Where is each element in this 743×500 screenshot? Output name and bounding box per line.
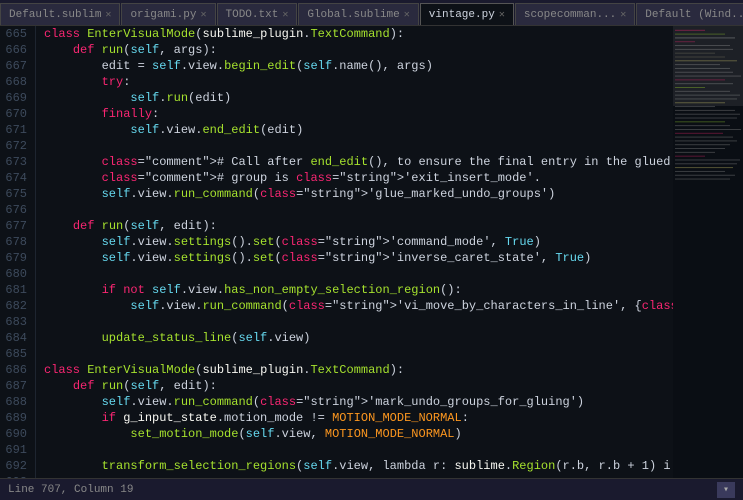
- tab-label: origami.py: [130, 9, 196, 21]
- status-right: ▾: [717, 482, 735, 498]
- tab-origami[interactable]: origami.py ✕: [121, 3, 215, 25]
- code-line: self.run(edit): [44, 90, 673, 106]
- tab-label: vintage.py: [429, 9, 495, 21]
- scroll-down-button[interactable]: ▾: [717, 482, 735, 498]
- tab-close-icon[interactable]: ✕: [105, 9, 111, 21]
- code-line: if g_input_state.motion_mode != MOTION_M…: [44, 410, 673, 426]
- code-line: [44, 314, 673, 330]
- minimap-svg: [673, 26, 743, 478]
- tab-vintage[interactable]: vintage.py ✕: [420, 3, 514, 25]
- tab-label: Default (Wind...: [645, 9, 743, 21]
- code-line: finally:: [44, 106, 673, 122]
- code-editor[interactable]: 6656666676686696706716726736746756766776…: [0, 26, 673, 478]
- cursor-position: Line 707, Column 19: [8, 484, 133, 496]
- code-line: [44, 442, 673, 458]
- code-line: set_motion_mode(self.view, MOTION_MODE_N…: [44, 426, 673, 442]
- code-line: self.view.run_command(class="string">'gl…: [44, 186, 673, 202]
- status-bar: Line 707, Column 19 ▾: [0, 478, 743, 500]
- tab-label: scopecomman...: [524, 9, 616, 21]
- code-line: transform_selection_regions(self.view, l…: [44, 458, 673, 474]
- code-line: [44, 138, 673, 154]
- code-line: self.view.end_edit(edit): [44, 122, 673, 138]
- code-line: self.view.settings().set(class="string">…: [44, 234, 673, 250]
- tab-close-icon[interactable]: ✕: [282, 9, 288, 21]
- code-line: def run(self, args):: [44, 42, 673, 58]
- code-line: [44, 346, 673, 362]
- status-left: Line 707, Column 19: [8, 484, 133, 496]
- code-line: self.view.run_command(class="string">'ma…: [44, 394, 673, 410]
- tab-label: TODO.txt: [226, 9, 279, 21]
- line-numbers: 6656666676686696706716726736746756766776…: [0, 26, 36, 478]
- code-line: def run(self, edit):: [44, 218, 673, 234]
- code-content: 6656666676686696706716726736746756766776…: [0, 26, 673, 478]
- main-area: 6656666676686696706716726736746756766776…: [0, 26, 743, 478]
- tab-global[interactable]: Global.sublime ✕: [298, 3, 418, 25]
- code-line: class="comment"># Call after end_edit(),…: [44, 154, 673, 170]
- tab-close-icon[interactable]: ✕: [404, 9, 410, 21]
- tab-default-wind[interactable]: Default (Wind... ✕: [636, 3, 743, 25]
- tab-bar: Default.sublim ✕ origami.py ✕ TODO.txt ✕…: [0, 0, 743, 26]
- tab-close-icon[interactable]: ✕: [499, 9, 505, 21]
- code-line: self.view.settings().set(class="string">…: [44, 250, 673, 266]
- tab-default-sublime[interactable]: Default.sublim ✕: [0, 3, 120, 25]
- tab-label: Global.sublime: [307, 9, 399, 21]
- code-line: class="comment"># group is class="string…: [44, 170, 673, 186]
- code-lines: class EnterVisualMode(sublime_plugin.Tex…: [36, 26, 673, 478]
- minimap[interactable]: [673, 26, 743, 478]
- code-line: try:: [44, 74, 673, 90]
- tab-scope[interactable]: scopecomman... ✕: [515, 3, 635, 25]
- code-line: edit = self.view.begin_edit(self.name(),…: [44, 58, 673, 74]
- code-line: self.view.run_command(class="string">'vi…: [44, 298, 673, 314]
- tab-close-icon[interactable]: ✕: [620, 9, 626, 21]
- code-line: update_status_line(self.view): [44, 330, 673, 346]
- code-line: [44, 202, 673, 218]
- tab-close-icon[interactable]: ✕: [200, 9, 206, 21]
- tab-todo[interactable]: TODO.txt ✕: [217, 3, 298, 25]
- code-line: class EnterVisualMode(sublime_plugin.Tex…: [44, 26, 673, 42]
- code-line: class EnterVisualMode(sublime_plugin.Tex…: [44, 362, 673, 378]
- code-line: [44, 266, 673, 282]
- code-line: if not self.view.has_non_empty_selection…: [44, 282, 673, 298]
- code-line: def run(self, edit):: [44, 378, 673, 394]
- tab-label: Default.sublim: [9, 9, 101, 21]
